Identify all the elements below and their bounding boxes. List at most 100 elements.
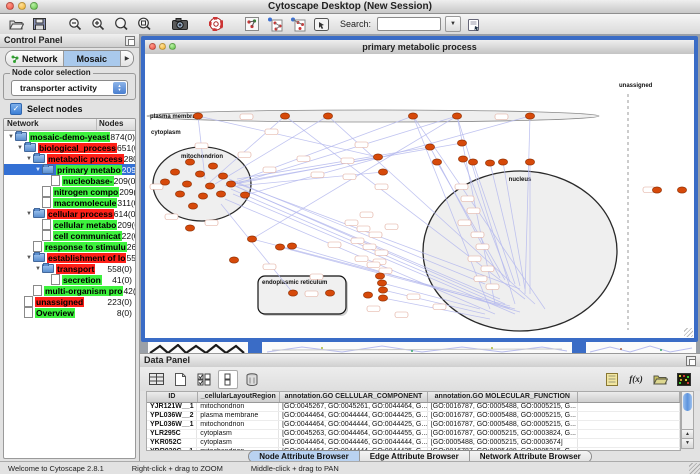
save-icon[interactable] bbox=[29, 16, 49, 33]
table-row[interactable]: YPL036W__1mitochondrion[GO:0044464, GO:0… bbox=[147, 421, 680, 430]
node-color-dropdown[interactable]: transporter activity ▲▼ bbox=[11, 80, 128, 96]
network-node[interactable] bbox=[216, 191, 225, 197]
attribute-batch-editor-icon[interactable] bbox=[602, 370, 622, 389]
tab-scroll-right-icon[interactable]: ▶ bbox=[121, 51, 133, 66]
unselect-attributes-icon[interactable] bbox=[218, 370, 238, 389]
network-node[interactable] bbox=[373, 154, 382, 160]
background-window-1[interactable] bbox=[148, 342, 248, 353]
network-node[interactable] bbox=[325, 290, 334, 296]
expand-triangle-icon[interactable]: ▼ bbox=[25, 211, 33, 217]
network-node[interactable] bbox=[280, 113, 289, 119]
network-node[interactable] bbox=[525, 159, 534, 165]
table-scrollbar[interactable]: ▲ ▼ bbox=[681, 391, 694, 449]
import-attributes-icon[interactable] bbox=[650, 370, 670, 389]
table-row[interactable]: YKR052Ccytoplasm[GO:0044464, GO:0044446,… bbox=[147, 439, 680, 448]
attribute-matrix-icon[interactable] bbox=[674, 370, 694, 389]
tree-item-biological-process[interactable]: ▼biological_process651(0) bbox=[4, 142, 135, 153]
network-node[interactable] bbox=[185, 225, 194, 231]
zoom-in-icon[interactable] bbox=[88, 16, 108, 33]
column-header-extra[interactable] bbox=[578, 392, 681, 402]
search-input[interactable] bbox=[377, 17, 441, 31]
tree-item-unassigned[interactable]: unassigned223(0) bbox=[4, 296, 135, 307]
network-node[interactable] bbox=[378, 169, 387, 175]
network-node[interactable] bbox=[275, 244, 284, 250]
float-panel-icon[interactable] bbox=[125, 36, 135, 46]
zoom-out-icon[interactable] bbox=[65, 16, 85, 33]
search-options-icon[interactable] bbox=[464, 16, 484, 33]
tree-item-establishment-of-lo[interactable]: ▼establishment of lo558(0) bbox=[4, 252, 135, 263]
expand-triangle-icon[interactable]: ▼ bbox=[25, 255, 33, 261]
region-nucleus[interactable] bbox=[423, 171, 617, 331]
background-window-2-border[interactable] bbox=[248, 342, 262, 353]
network-node[interactable] bbox=[452, 113, 461, 119]
tree-item-response-to-stimulu[interactable]: response to stimulu264(0) bbox=[4, 241, 135, 252]
network-node[interactable] bbox=[432, 159, 441, 165]
column-header-_cellularLayoutRegion[interactable]: _cellularLayoutRegion bbox=[198, 392, 280, 402]
background-window-3-border[interactable] bbox=[572, 342, 586, 353]
layout-nodes-2-icon[interactable] bbox=[288, 16, 308, 33]
network-node[interactable] bbox=[323, 113, 332, 119]
expand-triangle-icon[interactable]: ▼ bbox=[7, 134, 15, 140]
network-frame-titlebar[interactable]: primary metabolic process bbox=[145, 40, 694, 55]
network-node[interactable] bbox=[457, 140, 466, 146]
network-node[interactable] bbox=[652, 187, 661, 193]
tree-item-cellular-metabo[interactable]: cellular metabo209(0) bbox=[4, 219, 135, 230]
network-node[interactable] bbox=[195, 171, 204, 177]
background-window-3[interactable] bbox=[586, 342, 696, 353]
tree-item-macromolecule[interactable]: macromolecule311(0) bbox=[4, 197, 135, 208]
network-node[interactable] bbox=[226, 181, 235, 187]
network-node[interactable] bbox=[377, 280, 386, 286]
float-data-panel-icon[interactable] bbox=[686, 356, 696, 366]
tree-item-secretion[interactable]: secretion41(0) bbox=[4, 274, 135, 285]
expand-triangle-icon[interactable]: ▼ bbox=[25, 156, 33, 162]
new-attribute-icon[interactable] bbox=[170, 370, 190, 389]
network-node[interactable] bbox=[425, 144, 434, 150]
scroll-down-icon[interactable]: ▼ bbox=[682, 438, 693, 448]
network-node[interactable] bbox=[218, 173, 227, 179]
open-file-icon[interactable] bbox=[6, 16, 26, 33]
network-view-frame[interactable]: primary metabolic process plasma membran… bbox=[141, 36, 698, 342]
table-scrollbar-thumb[interactable] bbox=[683, 393, 692, 411]
help-icon[interactable] bbox=[206, 16, 226, 33]
network-node[interactable] bbox=[170, 169, 179, 175]
column-header-annotation.GO MOLECULAR_FUNCTION[interactable]: annotation.GO MOLECULAR_FUNCTION bbox=[428, 392, 577, 402]
network-edge[interactable] bbox=[237, 172, 383, 186]
snapshot-icon[interactable] bbox=[170, 16, 190, 33]
network-node[interactable] bbox=[240, 192, 249, 198]
tree-item-metabolic-process[interactable]: ▼metabolic process280(0) bbox=[4, 153, 135, 164]
select-all-attributes-icon[interactable] bbox=[146, 370, 166, 389]
tree-item-cell-communicat[interactable]: cell communicat22(0) bbox=[4, 230, 135, 241]
tree-item-multi-organism-pro[interactable]: multi-organism pro42(0) bbox=[4, 285, 135, 296]
tree-item-overview[interactable]: Overview8(0) bbox=[4, 307, 135, 318]
network-node[interactable] bbox=[193, 113, 202, 119]
expand-triangle-icon[interactable]: ▼ bbox=[34, 167, 42, 173]
network-overview-icon[interactable] bbox=[242, 16, 262, 33]
tree-item-primary-metabo[interactable]: ▼primary metabo209(... bbox=[4, 164, 135, 175]
network-node[interactable] bbox=[378, 287, 387, 293]
tab-network[interactable]: Network bbox=[6, 51, 64, 66]
annotations-icon[interactable] bbox=[311, 16, 331, 33]
zoom-selected-icon[interactable] bbox=[134, 16, 154, 33]
expand-triangle-icon[interactable]: ▼ bbox=[34, 266, 42, 272]
network-node[interactable] bbox=[229, 257, 238, 263]
layout-nodes-1-icon[interactable] bbox=[265, 16, 285, 33]
network-node[interactable] bbox=[485, 160, 494, 166]
network-node[interactable] bbox=[247, 236, 256, 242]
table-row[interactable]: YLR295Ccytoplasm[GO:0045263, GO:0044464,… bbox=[147, 430, 680, 439]
network-node[interactable] bbox=[525, 113, 534, 119]
network-node[interactable] bbox=[498, 159, 507, 165]
tree-item-transport[interactable]: ▼transport558(0) bbox=[4, 263, 135, 274]
network-node[interactable] bbox=[288, 290, 297, 296]
function-builder-icon[interactable]: f(x) bbox=[626, 370, 646, 389]
network-node[interactable] bbox=[363, 292, 372, 298]
network-node[interactable] bbox=[198, 193, 207, 199]
window-resize-grip[interactable] bbox=[689, 463, 700, 474]
tree-item-nitrogen-compo[interactable]: nitrogen compo209(0) bbox=[4, 186, 135, 197]
delete-attribute-icon[interactable] bbox=[242, 370, 262, 389]
tree-item-mosaic-demo-yeast[interactable]: ▼mosaic-demo-yeast874(0) bbox=[4, 131, 135, 142]
tree-item-cellular-process[interactable]: ▼cellular process614(0) bbox=[4, 208, 135, 219]
network-node[interactable] bbox=[468, 159, 477, 165]
table-row[interactable]: YPL036W__2plasma membrane[GO:0044464, GO… bbox=[147, 412, 680, 421]
network-node[interactable] bbox=[458, 156, 467, 162]
expand-triangle-icon[interactable]: ▼ bbox=[16, 145, 24, 151]
